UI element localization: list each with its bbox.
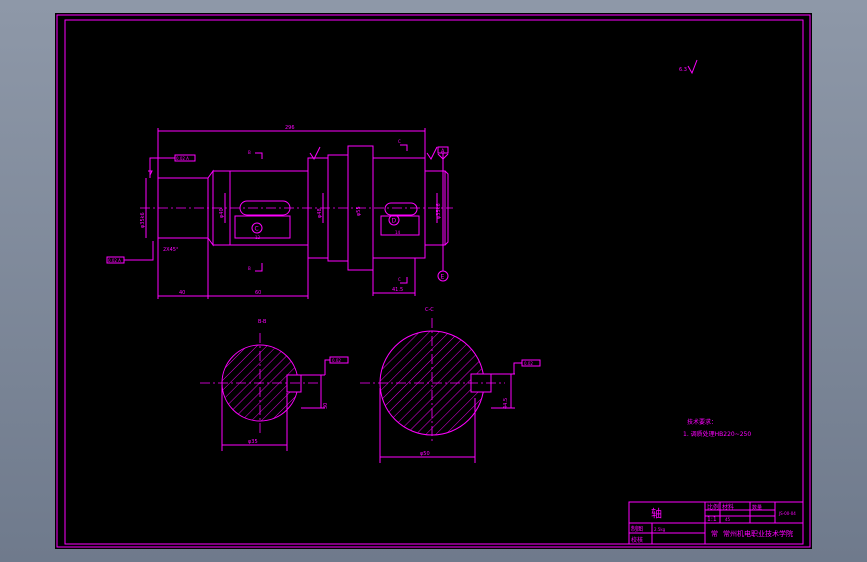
title-block: 轴 比例 材料 数量 1:1 45 JS-00-04 制图 校核 2.5kg 常… — [628, 501, 804, 545]
section-b-width-dim: φ35 — [248, 439, 258, 445]
tech-req-heading: 技术要求： — [687, 418, 717, 426]
dim-chamfer: 2X45° — [163, 247, 179, 253]
title-part-name: 轴 — [651, 506, 662, 520]
tech-req-item-1: 1. 调质处理HB220~250 — [683, 430, 751, 438]
title-drawn-by-label: 制图 — [631, 525, 643, 533]
drawing-canvas: 6.3 C D E 296 40 60 41.5 φ35k6 φ40 φ48 φ… — [56, 14, 811, 548]
section-marker-b-bottom: B — [248, 266, 251, 271]
marker-c-label: C — [255, 226, 259, 233]
title-school-name: 常州机电职业技术学院 — [723, 529, 793, 538]
sheet-outer-border — [56, 14, 811, 548]
title-material-value: 45 — [725, 517, 731, 522]
cad-viewport[interactable]: 6.3 C D E 296 40 60 41.5 φ35k6 φ40 φ48 φ… — [55, 13, 812, 549]
section-c-c-title: C-C — [425, 307, 434, 313]
keyway-right — [384, 202, 418, 216]
dim-keyway-left: 12 — [255, 235, 261, 240]
title-scale-label: 比例 — [707, 503, 719, 511]
marker-d-label: D — [392, 218, 397, 225]
section-b-depth-dim: 30 — [323, 403, 329, 409]
dim-d-right: φ35k6 — [436, 203, 442, 219]
svg-text:0.02: 0.02 — [332, 358, 341, 363]
dim-d-collar: φ55 — [356, 206, 362, 216]
keyway-left — [239, 200, 291, 216]
dim-overall-text: 296 — [285, 125, 295, 131]
section-c-depth-dim: 44.5 — [503, 398, 509, 409]
section-marker-b-top: B — [248, 150, 251, 155]
dim-keyway-right: 14 — [395, 230, 401, 235]
title-school-prefix: 常 — [711, 529, 718, 538]
shaft-main-view: C D E 296 40 60 41.5 φ35k6 φ40 φ48 φ55 φ… — [106, 125, 453, 299]
roughness-symbol: 6.3 — [679, 59, 698, 75]
section-marker-c-top: C — [398, 139, 401, 144]
technical-requirements: 技术要求： 1. 调质处理HB220~250 — [683, 418, 751, 438]
svg-text:6.3: 6.3 — [679, 67, 687, 73]
keyway-left-section-box — [234, 215, 291, 239]
dim-41-5-text: 41.5 — [392, 287, 403, 293]
svg-text:0.02: 0.02 — [524, 361, 533, 366]
dim-d-mid: φ48 — [317, 208, 323, 218]
sheet-inner-frame — [64, 19, 804, 545]
section-b-b-title: B-B — [258, 319, 267, 325]
dim-60-text: 60 — [255, 290, 261, 296]
title-drawing-number: JS-00-04 — [778, 511, 796, 516]
datum-a-label: A — [441, 149, 445, 155]
svg-text:0.02 A: 0.02 A — [108, 258, 121, 263]
section-b-keyway — [286, 374, 302, 393]
title-quantity-label: 数量 — [752, 504, 762, 511]
marker-e-label: E — [441, 274, 445, 281]
title-scale-value: 1:1 — [707, 516, 717, 523]
section-c-width-dim: φ50 — [420, 451, 430, 457]
dim-40-text: 40 — [179, 290, 185, 296]
title-material-label: 材料 — [722, 503, 734, 511]
title-weight-value: 2.5kg — [654, 527, 666, 532]
section-c-c: C-C φ50 44.5 0.02 — [360, 307, 541, 463]
section-marker-c-bottom: C — [398, 277, 401, 282]
dim-d-left: φ35k6 — [140, 212, 146, 228]
title-checked-by-label: 校核 — [631, 536, 643, 544]
section-b-b: B-B φ35 30 0.02 — [200, 319, 349, 451]
svg-text:0.02 A: 0.02 A — [176, 156, 189, 161]
dim-d-neck: φ40 — [219, 208, 225, 218]
